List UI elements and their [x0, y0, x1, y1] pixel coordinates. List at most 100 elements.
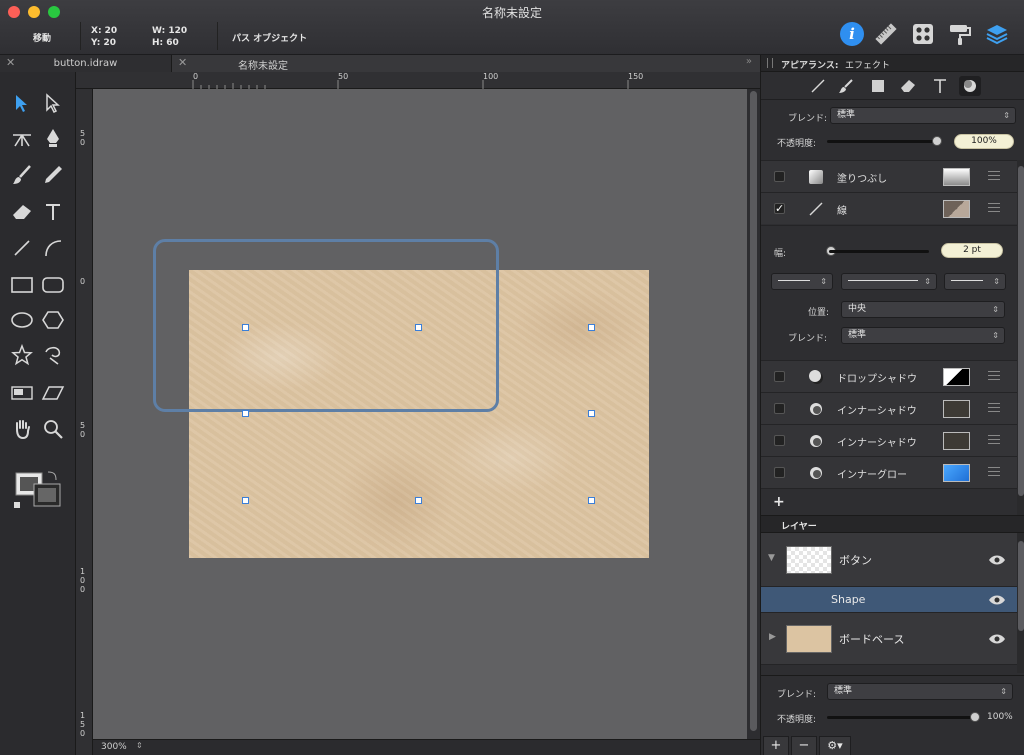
disclosure-triangle-down-icon[interactable]: ▼ [768, 553, 775, 563]
text-tool-icon[interactable] [38, 197, 68, 227]
hand-tool-icon[interactable] [7, 414, 37, 444]
line-tool-icon[interactable] [7, 233, 37, 263]
width-slider[interactable] [829, 250, 929, 253]
skew-tool-icon[interactable] [38, 378, 68, 408]
star-tool-icon[interactable] [7, 340, 37, 370]
add-layer-button[interactable]: + [763, 736, 789, 755]
zoom-tool-icon[interactable] [38, 414, 68, 444]
spiral-tool-icon[interactable] [38, 340, 68, 370]
layer-row-board-base[interactable]: ▶ ボードベース [761, 613, 1017, 665]
frame-tool-icon[interactable] [7, 378, 37, 408]
fill-stroke-swatch[interactable] [14, 470, 66, 510]
line-end-select[interactable]: ⇕ [944, 273, 1006, 290]
pen-tool-icon[interactable] [38, 123, 68, 153]
layer-row-button[interactable]: ▼ ボタン [761, 533, 1017, 587]
brush-tool-icon[interactable] [7, 160, 37, 190]
zoom-stepper-icon[interactable]: ⇕ [136, 741, 143, 750]
text-icon[interactable] [929, 76, 951, 96]
ellipse-tool-icon[interactable] [7, 305, 37, 335]
shadow-color-swatch[interactable] [943, 368, 970, 386]
remove-layer-button[interactable]: − [791, 736, 817, 755]
selection-tool-icon[interactable] [7, 88, 37, 118]
paint-roller-icon[interactable] [948, 22, 972, 46]
eye-icon[interactable] [988, 554, 1006, 566]
menu-icon[interactable] [988, 371, 1000, 380]
glow-color-swatch[interactable] [943, 464, 970, 482]
effect-row-inner-glow[interactable]: インナーグロー [761, 456, 1017, 488]
drop-shadow-checkbox[interactable] [774, 371, 785, 382]
menu-icon[interactable] [988, 203, 1000, 212]
appearance-scrollbar[interactable] [1017, 160, 1024, 520]
eraser-icon[interactable] [897, 76, 919, 96]
opacity-field[interactable]: 100% [954, 134, 1014, 149]
fill-color-swatch[interactable] [943, 168, 970, 186]
tab-untitled[interactable]: ✕ 名称未設定 » [172, 55, 760, 72]
opacity-slider-knob[interactable] [932, 136, 942, 146]
path-tool-icon[interactable] [7, 123, 37, 153]
resize-handle[interactable] [242, 324, 249, 331]
eye-icon[interactable] [988, 594, 1006, 606]
resize-handle[interactable] [242, 497, 249, 504]
effect-row-inner-shadow[interactable]: インナーシャドウ [761, 424, 1017, 456]
shadow-color-swatch[interactable] [943, 432, 970, 450]
canvas-scrollbar[interactable] [747, 89, 760, 739]
effect-row-drop-shadow[interactable]: ドロップシャドウ [761, 360, 1017, 392]
grid-icon[interactable] [911, 22, 935, 46]
stroke-line-icon[interactable] [807, 76, 829, 96]
tab-button-idraw[interactable]: ✕ button.idraw [0, 55, 172, 72]
rounded-rectangle-tool-icon[interactable] [38, 270, 68, 300]
menu-icon[interactable] [988, 435, 1000, 444]
inner-shadow-checkbox[interactable] [774, 435, 785, 446]
tab-effects[interactable]: エフェクト [845, 58, 890, 71]
scroll-thumb[interactable] [1018, 166, 1024, 496]
menu-icon[interactable] [988, 467, 1000, 476]
stroke-color-swatch[interactable] [943, 200, 970, 218]
resize-handle[interactable] [415, 324, 422, 331]
arc-tool-icon[interactable] [38, 233, 68, 263]
resize-handle[interactable] [242, 410, 249, 417]
line-start-select[interactable]: ⇕ [771, 273, 833, 290]
gear-menu-button[interactable]: ⚙▾ [819, 736, 851, 755]
effect-row-fill[interactable]: 塗りつぶし [761, 160, 1017, 192]
ruler-icon[interactable] [874, 22, 898, 46]
canvas[interactable] [93, 89, 747, 739]
drag-handle-icon[interactable] [767, 58, 773, 68]
tab-overflow-icon[interactable]: » [746, 56, 752, 67]
layers-icon[interactable] [985, 22, 1009, 46]
selected-shape[interactable] [153, 239, 499, 412]
effects-icon[interactable] [959, 76, 981, 96]
inner-glow-checkbox[interactable] [774, 467, 785, 478]
eye-icon[interactable] [988, 633, 1006, 645]
resize-handle[interactable] [588, 410, 595, 417]
effect-row-inner-shadow[interactable]: インナーシャドウ [761, 392, 1017, 424]
menu-icon[interactable] [988, 171, 1000, 180]
fill-checkbox[interactable] [774, 171, 785, 182]
scroll-thumb[interactable] [1018, 541, 1024, 631]
disclosure-triangle-right-icon[interactable]: ▶ [769, 632, 776, 642]
dash-style-select[interactable]: ⇕ [841, 273, 937, 290]
blend-mode-select[interactable]: 標準 ⇕ [830, 107, 1016, 124]
layer-row-shape[interactable]: Shape [761, 587, 1017, 613]
fill-icon[interactable] [867, 76, 889, 96]
menu-icon[interactable] [988, 403, 1000, 412]
pencil-tool-icon[interactable] [38, 160, 68, 190]
inner-shadow-checkbox[interactable] [774, 403, 785, 414]
shadow-color-swatch[interactable] [943, 400, 970, 418]
scroll-thumb[interactable] [750, 91, 757, 731]
brush-icon[interactable] [835, 76, 857, 96]
stroke-checkbox[interactable]: ✓ [774, 203, 785, 214]
effect-row-stroke[interactable]: ✓ 線 [761, 192, 1017, 224]
zoom-level[interactable]: 300% [101, 742, 127, 752]
stroke-position-select[interactable]: 中央 ⇕ [841, 301, 1005, 318]
resize-handle[interactable] [588, 497, 595, 504]
width-field[interactable]: 2 pt [941, 243, 1003, 258]
layer-opacity-slider[interactable] [827, 716, 977, 719]
stroke-blend-select[interactable]: 標準 ⇕ [841, 327, 1005, 344]
layers-scrollbar[interactable] [1017, 533, 1024, 673]
rectangle-tool-icon[interactable] [7, 270, 37, 300]
polygon-tool-icon[interactable] [38, 305, 68, 335]
opacity-slider[interactable] [827, 140, 941, 143]
add-effect-button[interactable]: + [773, 494, 785, 510]
layer-blend-select[interactable]: 標準 ⇕ [827, 683, 1013, 700]
layer-opacity-knob[interactable] [970, 712, 980, 722]
